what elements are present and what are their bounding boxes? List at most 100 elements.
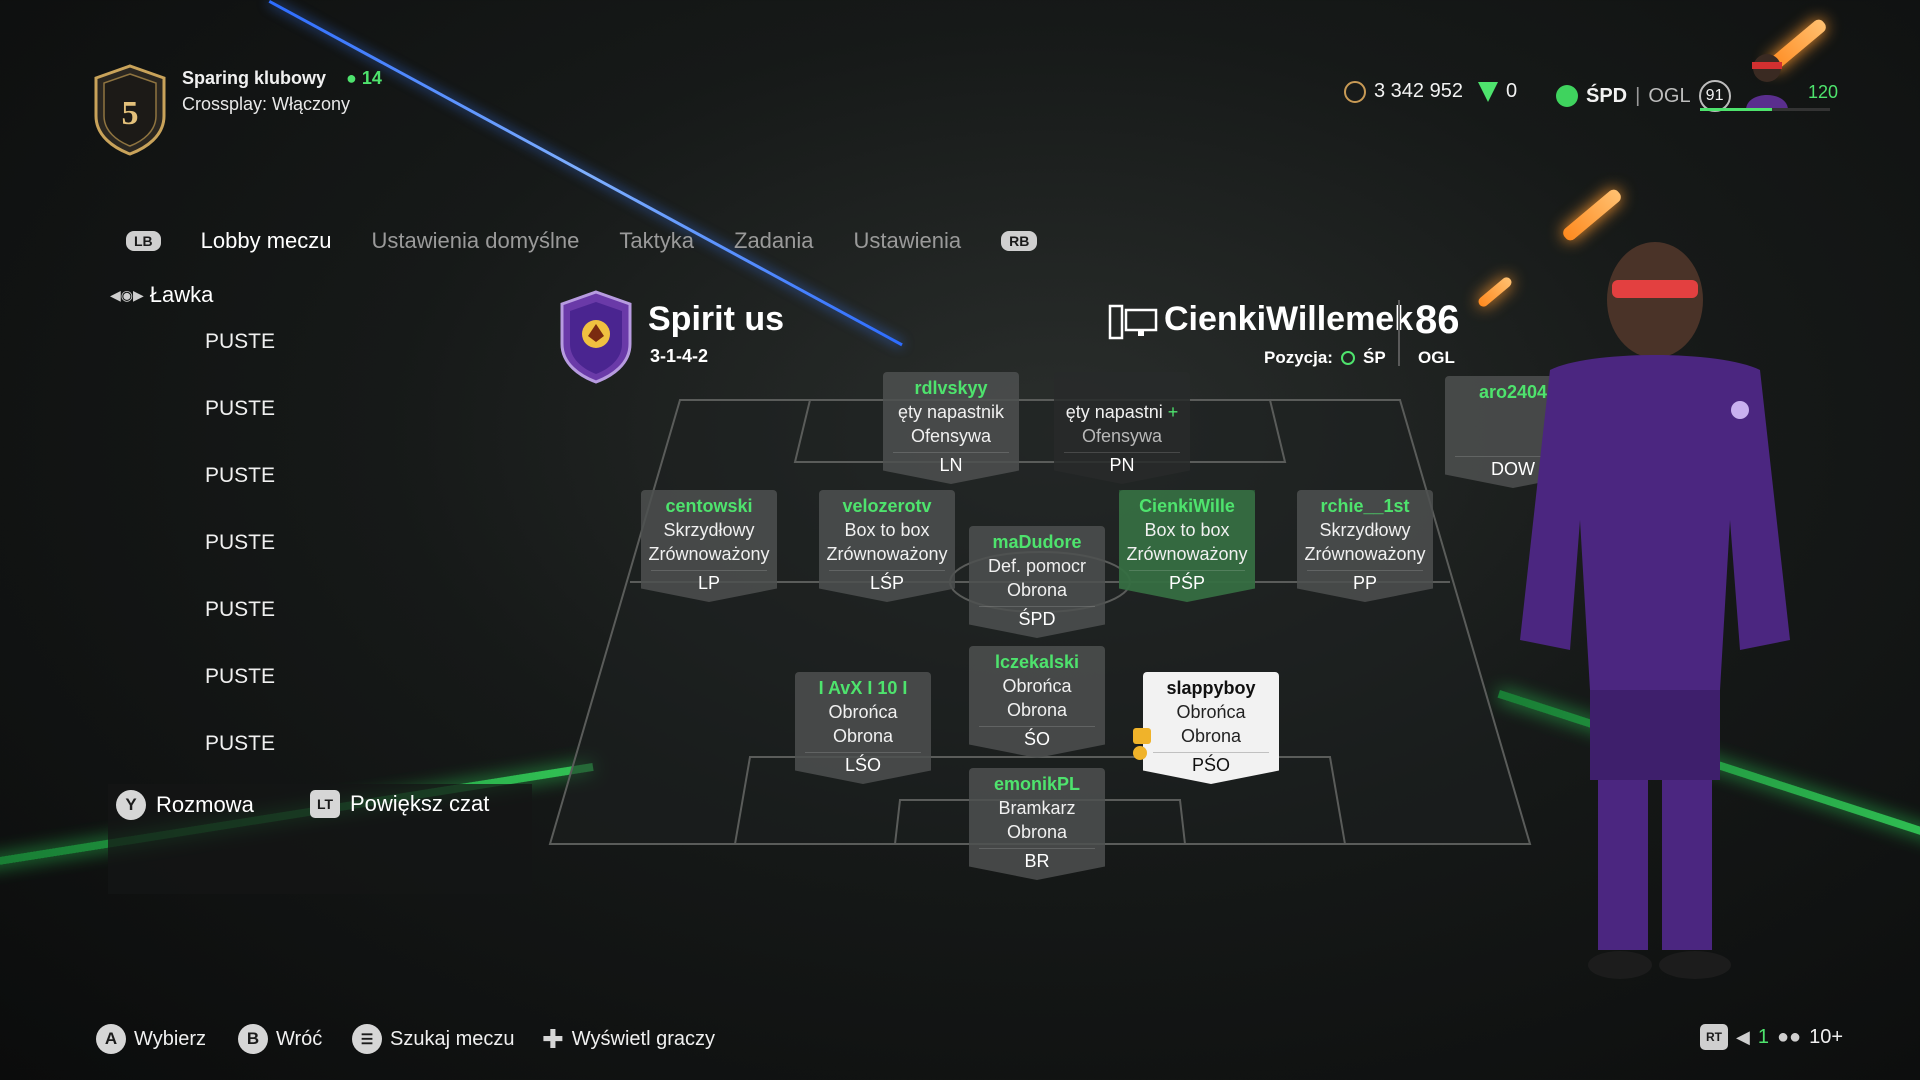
tab-lobby[interactable]: Lobby meczu: [201, 228, 332, 254]
points-value: 0: [1506, 80, 1518, 102]
card-position: PŚP: [1129, 570, 1245, 595]
tab-default-settings[interactable]: Ustawienia domyślne: [372, 228, 580, 254]
lb-button[interactable]: LB: [126, 231, 161, 251]
position-card-pso[interactable]: slappyboy Obrońca Obrona PŚO: [1143, 672, 1279, 784]
position-label: Pozycja:: [1264, 348, 1333, 367]
bench-slot[interactable]: PUSTE: [205, 397, 275, 464]
card-role: Obrońca: [1002, 676, 1072, 696]
members-count: 14: [361, 68, 382, 88]
card-position: LŚO: [805, 752, 921, 777]
bench-slot[interactable]: PUSTE: [205, 531, 275, 598]
position-card-ln[interactable]: rdlvskyy ęty napastnik Ofensywa LN: [883, 372, 1019, 484]
captain-badge-icon: [1133, 728, 1151, 744]
position-card-spd[interactable]: maDudore Def. pomocr Obrona ŚPD: [969, 526, 1105, 638]
lobby-members: ● 14: [346, 68, 382, 89]
card-position: PN: [1064, 452, 1180, 477]
back-hint[interactable]: B Wróć: [238, 1024, 322, 1054]
card-position: LN: [893, 452, 1009, 477]
formation: 3-1-4-2: [650, 346, 709, 366]
team-name: Spirit us: [648, 300, 785, 338]
tab-tactics[interactable]: Taktyka: [619, 228, 694, 254]
voice-controls[interactable]: RT ◀ 1 ●● 10+: [1700, 1024, 1843, 1050]
card-role: Bramkarz: [998, 798, 1076, 818]
players-count: 10+: [1809, 1025, 1844, 1048]
points-display: 0: [1478, 80, 1517, 103]
lobby-tabs: LB Lobby meczu Ustawienia domyślne Takty…: [126, 228, 1038, 254]
position-card-psp[interactable]: CienkiWille Box to box Zrównoważony PŚP: [1119, 490, 1255, 602]
status-dot-icon: [1340, 351, 1355, 365]
enlarge-chat-button[interactable]: LT Powiększ czat: [310, 790, 489, 818]
bench-slot[interactable]: PUSTE: [205, 598, 275, 665]
back-label: Wróć: [276, 1027, 323, 1050]
player-position: Pozycja: ŚP: [1264, 348, 1386, 368]
show-players-label: Wyświetl graczy: [571, 1028, 715, 1050]
team-crest-icon: [560, 290, 632, 384]
tab-objectives[interactable]: Zadania: [734, 228, 814, 254]
player-ovr-label: OGL: [1418, 348, 1455, 367]
card-focus: Ofensywa: [910, 426, 992, 446]
bench-slot[interactable]: PUSTE: [205, 665, 275, 732]
online-status-icon: [1556, 85, 1578, 107]
enlarge-chat-label: Powiększ czat: [350, 791, 490, 816]
card-position: ŚPD: [979, 606, 1095, 631]
card-player-name: lczekalski: [994, 652, 1080, 672]
position-card-pp[interactable]: rchie__1st Skrzydłowy Zrównoważony PP: [1297, 490, 1433, 602]
bench-slot[interactable]: PUSTE: [205, 330, 275, 397]
pc-platform-icon: [1108, 304, 1158, 340]
points-icon: [1478, 81, 1498, 102]
player-avatar-icon[interactable]: [1742, 48, 1792, 110]
position-card-lso[interactable]: I AvX I 10 I Obrońca Obrona LŚO: [795, 672, 931, 784]
talk-button[interactable]: Y Rozmowa: [116, 790, 254, 820]
mute-count: 1: [1757, 1025, 1769, 1048]
bench-header: ◀◉▶ Ławka: [110, 282, 213, 308]
position-card-so[interactable]: lczekalski Obrońca Obrona ŚO: [969, 646, 1105, 758]
select-label: Wybierz: [134, 1027, 207, 1050]
card-position: BR: [979, 848, 1095, 873]
card-player-name: [1054, 376, 1190, 400]
show-players-hint[interactable]: ✚ Wyświetl graczy: [542, 1024, 715, 1055]
select-hint[interactable]: A Wybierz: [96, 1024, 206, 1054]
card-player-name: velozerotv: [842, 496, 932, 516]
dpad-icon: ✚: [542, 1024, 564, 1054]
card-role: Skrzydłowy: [663, 520, 755, 540]
separator: |: [1635, 84, 1641, 107]
card-focus: Zrównoważony: [648, 544, 770, 564]
card-role: Box to box: [844, 520, 930, 540]
card-player-name: rchie__1st: [1320, 496, 1410, 516]
card-focus: Obrona: [1180, 726, 1242, 746]
coins-display: 3 342 952: [1344, 80, 1463, 103]
position-value: ŚPD: [1586, 84, 1628, 107]
penalty-taker-icon: [1133, 746, 1147, 760]
player-avatar-figure: [1520, 242, 1790, 979]
person-icon: ●: [346, 68, 357, 88]
position-card-pn[interactable]: ęty napastni + Ofensywa PN: [1054, 372, 1190, 484]
position-card-br[interactable]: emonikPL Bramkarz Obrona BR: [969, 768, 1105, 880]
card-player-name: CienkiWille: [1139, 496, 1235, 516]
match-type-title: Sparing klubowy: [182, 68, 327, 88]
card-focus: Obrona: [1006, 580, 1068, 600]
bench-slot[interactable]: PUSTE: [205, 464, 275, 531]
talk-label: Rozmowa: [156, 792, 254, 817]
player-ovr: 86: [1415, 298, 1460, 342]
card-role: Obrońca: [1176, 702, 1246, 722]
people-icon: ●●: [1776, 1025, 1802, 1048]
xp-bar: [1700, 108, 1830, 111]
rt-button-icon: RT: [1700, 1024, 1728, 1050]
card-position: LP: [651, 570, 767, 595]
rb-button[interactable]: RB: [1001, 231, 1038, 251]
card-role: Def. pomocr: [987, 556, 1087, 576]
search-match-label: Szukaj meczu: [390, 1027, 515, 1050]
position-card-lp[interactable]: centowski Skrzydłowy Zrównoważony LP: [641, 490, 777, 602]
bench-title: Ławka: [149, 282, 214, 307]
card-role-text: ęty napastni: [1065, 402, 1163, 422]
card-focus: Zrównoważony: [1304, 544, 1426, 564]
card-role: ęty napastnik: [897, 402, 1005, 422]
plus-icon: +: [1167, 402, 1179, 422]
position-card-lsp[interactable]: velozerotv Box to box Zrównoważony LŚP: [819, 490, 955, 602]
card-player-name: slappyboy: [1166, 678, 1256, 698]
search-match-hint[interactable]: ☰ Szukaj meczu: [352, 1024, 515, 1054]
level-shield-icon: 5: [94, 64, 166, 156]
tab-settings[interactable]: Ustawienia: [854, 228, 962, 254]
card-position: LŚP: [829, 570, 945, 595]
card-role: Box to box: [1144, 520, 1230, 540]
